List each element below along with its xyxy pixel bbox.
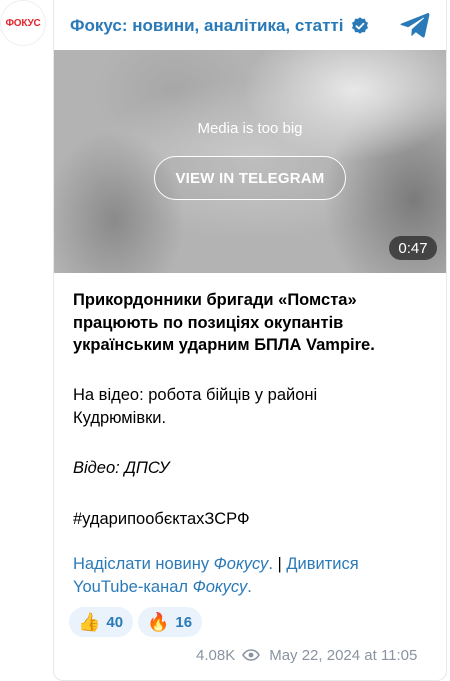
youtube-dot: .	[247, 577, 252, 596]
view-in-telegram-button[interactable]: VIEW IN TELEGRAM	[154, 156, 346, 200]
post-date[interactable]: May 22, 2024 at 11:05	[269, 647, 417, 664]
video-preview[interactable]: Media is too big VIEW IN TELEGRAM 0:47	[54, 50, 446, 273]
video-credit: Відео: ДПСУ	[73, 459, 170, 477]
thumbs-up-icon: 👍	[78, 612, 101, 632]
reaction-count: 16	[175, 613, 193, 631]
reaction-count: 40	[106, 613, 124, 631]
post-meta: 4.08K May 22, 2024 at 11:05	[196, 645, 417, 665]
links-separator: |	[272, 555, 287, 573]
reaction-fire[interactable]: 🔥 16	[138, 607, 203, 637]
video-duration-badge: 0:47	[389, 236, 437, 260]
send-news-brand: Фокусу	[213, 555, 269, 573]
avatar-logo-text: ФОКУС	[5, 17, 41, 29]
media-too-big-message: Media is too big	[197, 120, 303, 137]
youtube-brand: Фокусу	[192, 577, 248, 596]
view-count: 4.08K	[196, 646, 236, 664]
verified-badge-icon	[351, 17, 368, 34]
send-news-link[interactable]: Надіслати новину Фокусу.	[73, 555, 273, 573]
telegram-icon[interactable]	[400, 12, 430, 38]
channel-title[interactable]: Фокус: новини, аналітика, статті	[70, 16, 344, 36]
post-header: Фокус: новини, аналітика, статті	[70, 12, 370, 40]
post-links: Надіслати новину Фокусу. | Дивитися YouT…	[73, 553, 413, 598]
send-news-text: Надіслати новину	[73, 555, 214, 573]
reaction-thumbs-up[interactable]: 👍 40	[69, 607, 134, 637]
post-headline: Прикордонники бригади «Помста» працюють …	[73, 291, 375, 354]
channel-avatar[interactable]: ФОКУС	[0, 0, 46, 46]
fire-icon: 🔥	[147, 612, 170, 632]
post-hashtag[interactable]: #ударипообєктахЗСРФ	[73, 508, 413, 531]
post-paragraph: На відео: робота бійців у районі Кудрюмі…	[73, 386, 318, 427]
eye-icon	[242, 649, 261, 661]
